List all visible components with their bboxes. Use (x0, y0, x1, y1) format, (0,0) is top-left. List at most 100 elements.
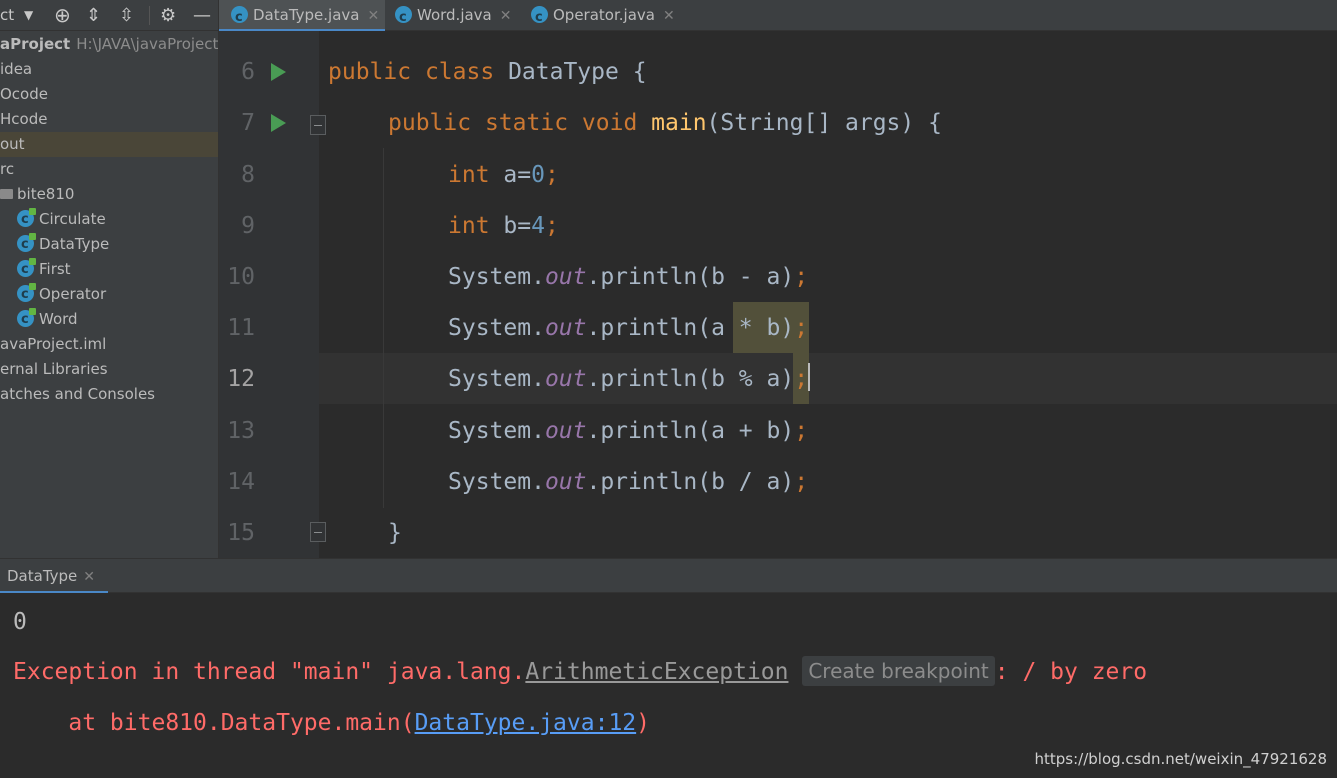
project-view-title[interactable]: ct (0, 0, 14, 31)
code-token: ; (794, 418, 809, 444)
tab-operator-java[interactable]: Operator.java ✕ (531, 0, 681, 33)
line-number: 10 (227, 264, 255, 290)
console-output-line: 0 (13, 609, 27, 635)
code-token: class (424, 59, 495, 85)
run-tab-label: DataType (7, 567, 78, 585)
exception-suffix: : / by zero (994, 659, 1148, 685)
java-class-icon (17, 257, 36, 282)
tree-item-scratches[interactable]: atches and Consoles (0, 382, 155, 407)
tree-item-out[interactable]: out (0, 132, 25, 157)
stack-prefix: at bite810.DataType.main( (13, 710, 415, 736)
tree-item-src[interactable]: rc (0, 157, 14, 182)
code-token: ; (544, 213, 559, 239)
class-label: Word (39, 310, 78, 328)
code-token: public (328, 59, 412, 85)
create-breakpoint-hint[interactable]: Create breakpoint (802, 656, 995, 686)
collapse-all-icon[interactable]: ⇳ (119, 0, 134, 31)
code-token: out (544, 418, 587, 444)
project-panel: ct ▼ ⊕ ⇕ ⇳ ⚙ — aProject H:\JAVA\javaProje… (0, 0, 218, 558)
code-token: out (544, 315, 587, 341)
code-token: System. (448, 315, 545, 341)
code-token: .println( (586, 315, 712, 341)
tree-item-datatype[interactable]: DataType (17, 232, 109, 257)
expand-all-icon[interactable]: ⇕ (86, 0, 101, 31)
tree-item-bite810[interactable]: bite810 (0, 182, 74, 207)
locate-file-icon[interactable]: ⊕ (54, 0, 71, 31)
run-tab-datatype[interactable]: DataType ✕ (0, 559, 108, 594)
package-label: bite810 (17, 185, 75, 203)
source-location-link[interactable]: DataType.java:12 (415, 710, 637, 736)
code-token: int (448, 162, 490, 188)
view-dropdown-icon[interactable]: ▼ (24, 0, 33, 31)
fold-collapse-icon[interactable] (310, 522, 326, 542)
tab-word-java[interactable]: Word.java ✕ (395, 0, 523, 33)
code-token: b % a) (711, 366, 795, 392)
code-token: ; (544, 162, 559, 188)
class-label: DataType (39, 235, 110, 253)
indent-guide (383, 148, 384, 508)
code-line-14[interactable]: System.out.println(b / a); (448, 457, 808, 508)
tree-item-hcode[interactable]: Hcode (0, 107, 47, 132)
tree-item-operator[interactable]: Operator (17, 282, 106, 307)
run-main-icon[interactable] (271, 114, 286, 132)
code-line-13[interactable]: System.out.println(a + b); (448, 406, 808, 457)
settings-gear-icon[interactable]: ⚙ (160, 0, 176, 31)
fold-collapse-icon[interactable] (310, 115, 326, 135)
hide-panel-icon[interactable]: — (193, 0, 211, 31)
code-token: (String[] args) { (706, 110, 942, 136)
code-token: { (632, 59, 647, 85)
close-tab-icon[interactable]: ✕ (663, 8, 675, 24)
code-token: a * b) (711, 315, 795, 341)
code-token: b - a) (711, 264, 795, 290)
tree-item-idea[interactable]: idea (0, 57, 32, 82)
tree-item-project-root[interactable]: aProject H:\JAVA\javaProject (0, 32, 218, 57)
code-token: System. (448, 264, 545, 290)
run-class-icon[interactable] (271, 63, 286, 81)
line-number: 7 (241, 110, 255, 136)
tree-item-ocode[interactable]: Ocode (0, 82, 48, 107)
line-number: 9 (241, 213, 255, 239)
tab-datatype-java[interactable]: DataType.java ✕ (219, 0, 385, 33)
watermark-text: https://blog.csdn.net/weixin_47921628 (1034, 750, 1327, 768)
code-token: b= (503, 213, 532, 239)
class-label: Circulate (39, 210, 106, 228)
code-token: ; (794, 366, 809, 392)
line-number: 11 (227, 315, 255, 341)
java-class-icon (231, 3, 248, 33)
code-line-8[interactable]: int a=0; (448, 150, 559, 201)
code-token: DataType (508, 59, 619, 85)
exception-class-link[interactable]: ArithmeticException (525, 659, 788, 685)
code-line-15[interactable]: } (388, 508, 402, 558)
tree-item-circulate[interactable]: Circulate (17, 207, 106, 232)
code-line-12[interactable]: System.out.println(b % a); (448, 354, 811, 405)
code-line-11[interactable]: System.out.println(a * b); (448, 303, 808, 354)
code-line-7[interactable]: public static void main(String[] args) { (388, 98, 942, 149)
close-tab-icon[interactable]: ✕ (367, 8, 379, 24)
project-root-path: H:\JAVA\javaProject (76, 35, 218, 53)
code-editor[interactable]: 6 7 8 9 10 11 12 13 14 15 public class D… (219, 31, 1337, 558)
code-line-9[interactable]: int b=4; (448, 201, 559, 252)
java-class-icon (17, 282, 36, 307)
close-tab-icon[interactable]: ✕ (500, 8, 512, 24)
line-number-current: 12 (227, 366, 255, 392)
code-token: static (484, 110, 569, 136)
tree-item-external-libraries[interactable]: ernal Libraries (0, 357, 108, 382)
code-line-6[interactable]: public class DataType { (328, 47, 647, 98)
tree-item-iml[interactable]: avaProject.iml (0, 332, 106, 357)
tree-item-first[interactable]: First (17, 257, 71, 282)
text-caret (808, 363, 811, 391)
tree-selection-highlight (0, 132, 218, 157)
line-number: 6 (241, 59, 255, 85)
exception-prefix: Exception in thread "main" java.lang. (13, 659, 526, 685)
code-token: System. (448, 469, 545, 495)
class-label: First (39, 260, 71, 278)
code-token: a= (503, 162, 532, 188)
code-token: .println( (586, 366, 712, 392)
code-token: .println( (586, 264, 712, 290)
tab-label: DataType.java (253, 6, 360, 24)
code-token: a + b) (711, 418, 795, 444)
tree-item-word[interactable]: Word (17, 307, 78, 332)
close-tab-icon[interactable]: ✕ (83, 569, 95, 585)
code-token: b / a) (711, 469, 795, 495)
code-line-10[interactable]: System.out.println(b - a); (448, 252, 808, 303)
